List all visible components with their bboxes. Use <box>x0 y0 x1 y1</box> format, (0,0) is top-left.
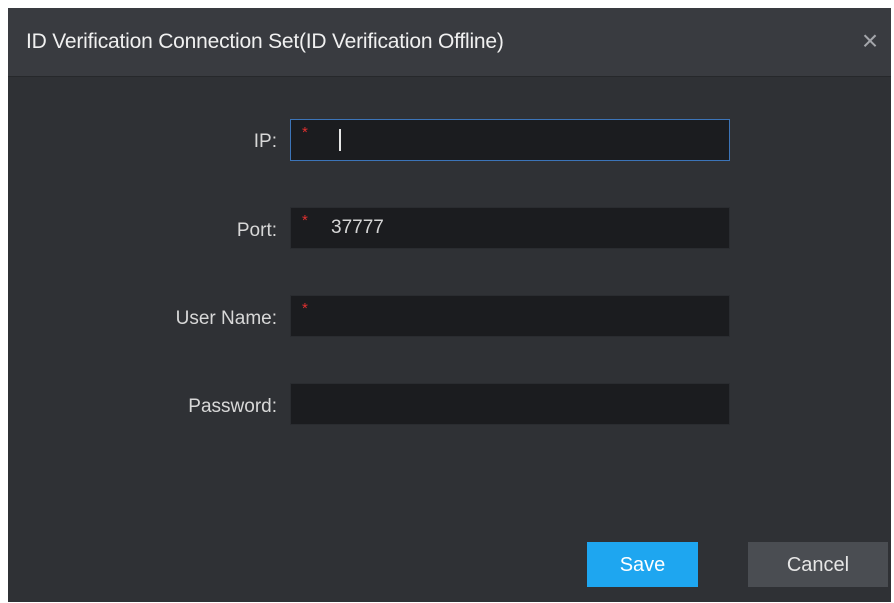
user-name-required-marker: * <box>302 300 308 317</box>
dialog-titlebar: ID Verification Connection Set(ID Verifi… <box>8 8 891 77</box>
ip-label: IP: <box>253 131 277 152</box>
port-input[interactable] <box>331 208 721 248</box>
password-field[interactable] <box>290 383 730 425</box>
connection-settings-dialog: ID Verification Connection Set(ID Verifi… <box>8 8 891 602</box>
save-button[interactable]: Save <box>587 542 698 587</box>
user-name-field[interactable]: * <box>290 295 730 337</box>
ip-input[interactable] <box>331 120 721 160</box>
cancel-button[interactable]: Cancel <box>748 542 888 587</box>
user-name-label: User Name: <box>175 308 277 329</box>
user-name-input[interactable] <box>331 296 721 336</box>
port-required-marker: * <box>302 212 308 229</box>
password-label: Password: <box>188 396 277 417</box>
password-input[interactable] <box>301 384 691 424</box>
port-field[interactable]: * <box>290 207 730 249</box>
ip-required-marker: * <box>302 124 308 141</box>
close-icon[interactable]: × <box>855 26 885 56</box>
ip-field[interactable]: * <box>290 119 730 161</box>
dialog-title: ID Verification Connection Set(ID Verifi… <box>26 30 504 53</box>
port-label: Port: <box>236 220 277 241</box>
